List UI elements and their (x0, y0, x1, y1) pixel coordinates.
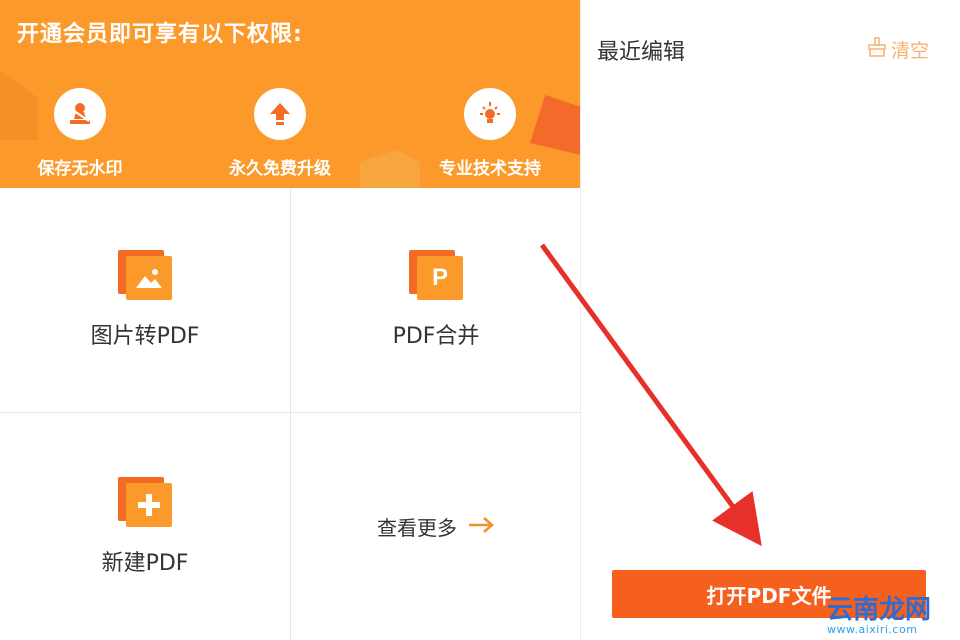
grid-divider (290, 188, 291, 640)
tool-pdf-merge[interactable]: P PDF合并 (291, 188, 581, 412)
panel-divider (580, 0, 581, 640)
banner-title: 开通会员即可享有以下权限: (17, 22, 303, 47)
view-more-label: 查看更多 (377, 516, 457, 540)
tool-label: 图片转PDF (90, 324, 200, 349)
tool-image-to-pdf[interactable]: 图片转PDF (0, 188, 290, 412)
broom-icon (866, 36, 888, 63)
perk-no-watermark: 保存无水印 (10, 88, 150, 179)
upgrade-arrow-icon (254, 88, 306, 140)
support-lightbulb-icon (464, 88, 516, 140)
tool-new-pdf[interactable]: 新建PDF (0, 413, 290, 640)
view-more-link[interactable]: 查看更多 (291, 413, 581, 640)
site-watermark: 云南龙网 www.aixiri.com (827, 595, 932, 636)
tool-label: PDF合并 (392, 324, 480, 349)
image-icon (118, 250, 172, 300)
left-panel: 开通会员即可享有以下权限: 保存无水印 永久免费升级 专业技术支持 图片转PDF… (0, 0, 581, 640)
clear-recent-button[interactable]: 清空 (866, 36, 929, 63)
perk-label: 专业技术支持 (439, 159, 541, 179)
member-banner[interactable]: 开通会员即可享有以下权限: 保存无水印 永久免费升级 专业技术支持 (0, 0, 581, 188)
tool-label: 新建PDF (101, 550, 189, 576)
perk-tech-support: 专业技术支持 (420, 88, 560, 179)
stamp-icon (54, 88, 106, 140)
plus-icon (118, 476, 172, 527)
clear-label: 清空 (891, 40, 930, 62)
perk-label: 保存无水印 (37, 159, 123, 179)
pdf-merge-icon: P (409, 250, 463, 300)
grid-divider (0, 412, 581, 413)
arrow-right-icon (467, 516, 495, 538)
banner-decoration (360, 150, 420, 188)
perk-label: 永久免费升级 (229, 159, 331, 179)
recent-edits-title: 最近编辑 (597, 40, 686, 65)
perk-free-upgrade: 永久免费升级 (210, 88, 350, 179)
